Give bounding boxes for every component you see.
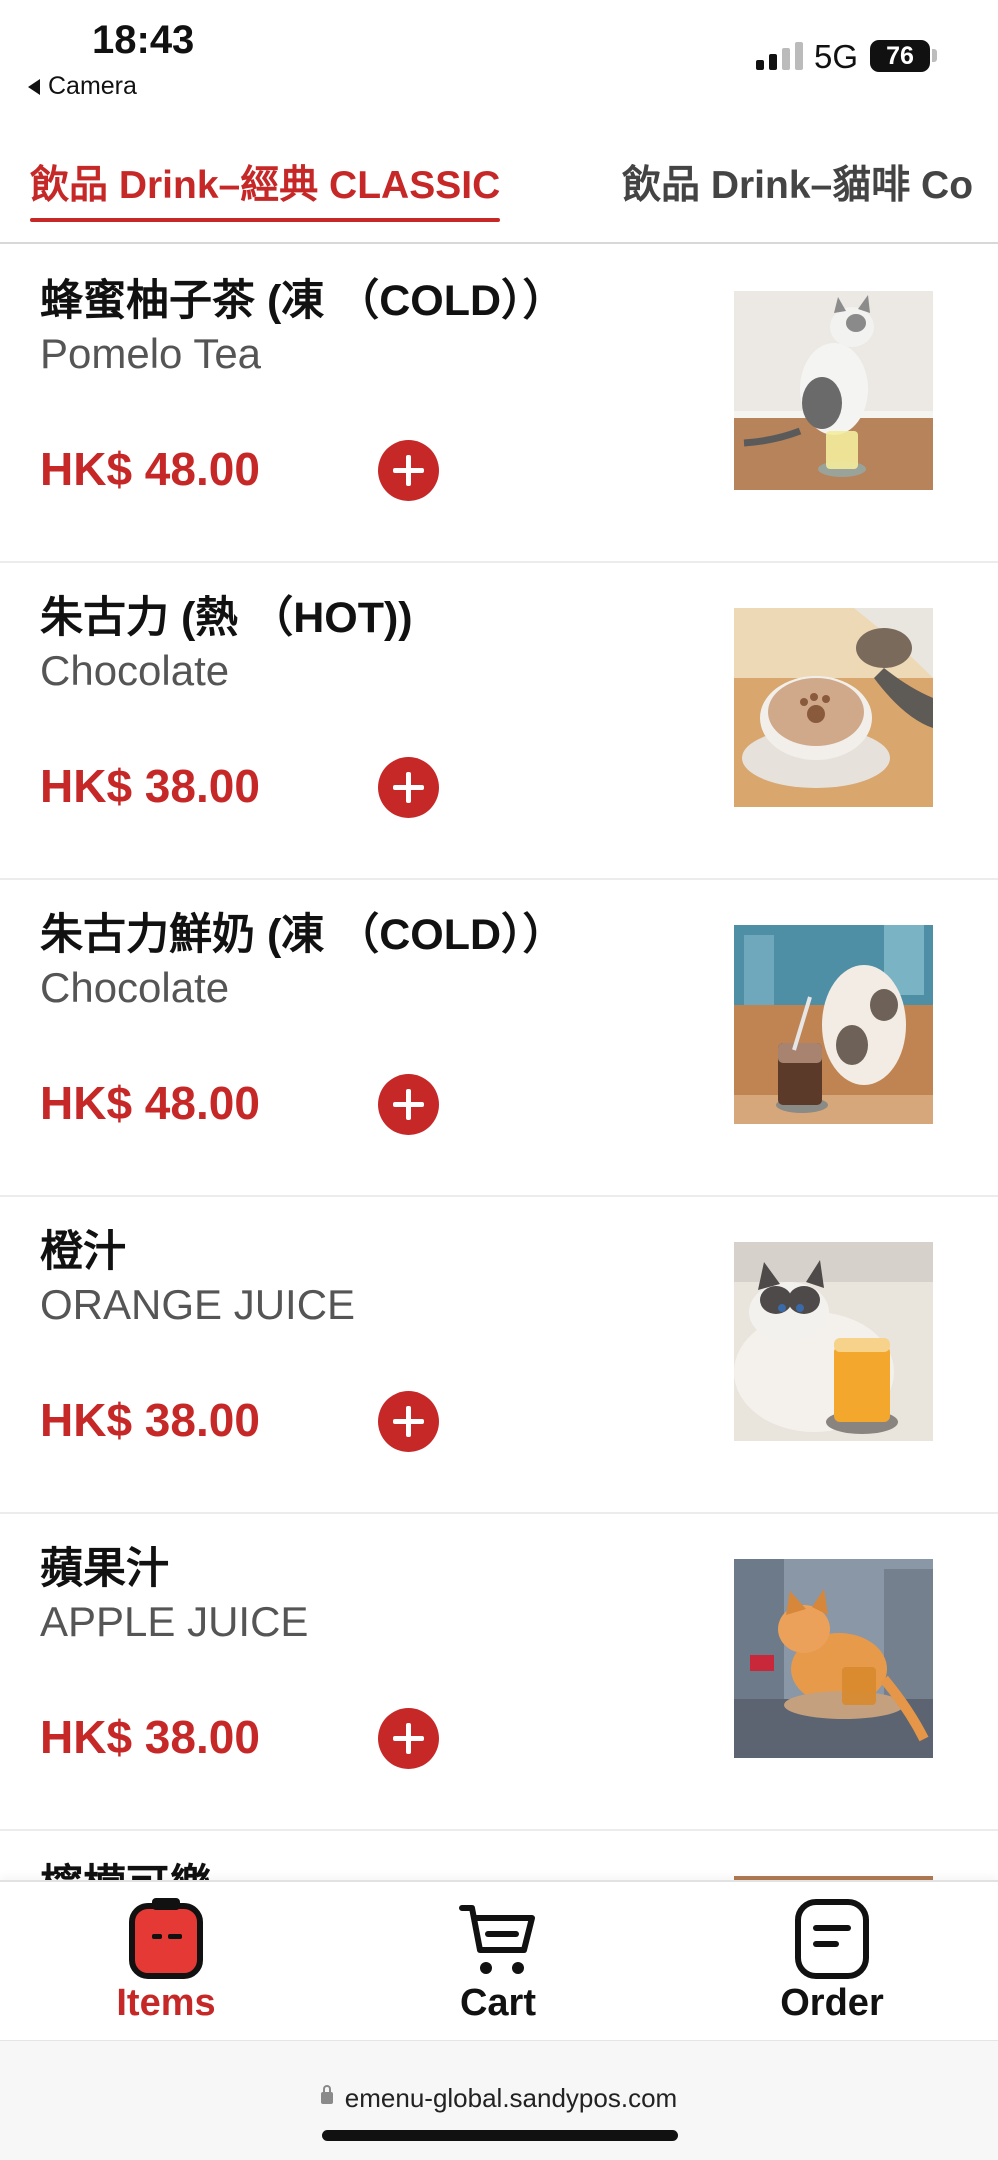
menu-item-orange-juice[interactable]: 橙汁 ORANGE JUICE HK$ 38.00 (0, 1197, 998, 1514)
nav-order-button[interactable]: Order (732, 1896, 932, 2025)
menu-item-lemon-cola[interactable]: 檸檬可樂 (0, 1831, 998, 1880)
back-app-label: Camera (48, 72, 137, 100)
item-photo[interactable] (734, 608, 933, 807)
nav-order-label: Order (780, 1982, 884, 2024)
bottom-nav: Items Cart Order (0, 1880, 998, 2040)
item-name: 檸檬可樂 (40, 1851, 212, 1880)
add-to-cart-button[interactable] (378, 1391, 439, 1452)
item-subtitle: ORANGE JUICE (40, 1281, 356, 1328)
item-name: 朱古力鮮奶 (凍 （COLD）） (40, 911, 566, 959)
menu-list: 蜂蜜柚子茶 (凍 （COLD）） Pomelo Tea HK$ 48.00 朱古… (0, 246, 998, 1880)
url-display[interactable]: emenu-global.sandypos.com (0, 2083, 998, 2114)
add-to-cart-button[interactable] (378, 757, 439, 818)
nav-items-label: Items (116, 1982, 216, 2024)
cat-with-pomelo-tea-image (734, 291, 933, 490)
item-subtitle: Chocolate (40, 647, 230, 694)
cellular-signal-icon (756, 42, 803, 70)
browser-address-bar[interactable]: emenu-global.sandypos.com (0, 2040, 998, 2160)
items-icon (129, 1898, 203, 1979)
order-icon (795, 1899, 869, 1979)
battery-nub (932, 49, 937, 62)
nav-cart-label: Cart (459, 1982, 537, 2024)
add-to-cart-button[interactable] (378, 1074, 439, 1135)
item-photo[interactable] (734, 291, 933, 490)
url-text: emenu-global.sandypos.com (344, 2083, 678, 2113)
apple-juice-with-cat-image (734, 1559, 933, 1758)
home-indicator[interactable] (322, 2130, 678, 2141)
orange-juice-with-cat-image (734, 1242, 933, 1441)
hot-chocolate-with-cat-image (734, 608, 933, 807)
item-price: HK$ 48.00 (40, 443, 260, 495)
item-photo[interactable] (734, 1559, 933, 1758)
item-photo[interactable] (734, 925, 933, 1124)
item-price: HK$ 48.00 (40, 1077, 260, 1129)
nav-items-button[interactable]: Items (66, 1896, 266, 2025)
battery-level: 76 (886, 41, 914, 70)
item-price: HK$ 38.00 (40, 1394, 260, 1446)
item-name: 蘋果汁 (40, 1545, 169, 1593)
nav-cart-button[interactable]: Cart (398, 1896, 598, 2025)
status-bar: 18:43 Camera 5G 76 (0, 0, 998, 110)
back-arrow-icon (28, 78, 40, 95)
item-price: HK$ 38.00 (40, 1711, 260, 1763)
add-to-cart-button[interactable] (378, 1708, 439, 1769)
menu-item-hot-chocolate[interactable]: 朱古力 (熱 （HOT)) Chocolate HK$ 38.00 (0, 563, 998, 880)
add-to-cart-button[interactable] (378, 440, 439, 501)
item-subtitle: Pomelo Tea (40, 330, 262, 377)
item-name: 朱古力 (熱 （HOT)) (40, 594, 413, 642)
status-time: 18:43 (92, 18, 195, 62)
battery-icon: 76 (870, 40, 930, 72)
menu-item-cold-chocolate-milk[interactable]: 朱古力鮮奶 (凍 （COLD）） Chocolate HK$ 48.00 (0, 880, 998, 1197)
back-to-camera-link[interactable]: Camera (28, 72, 137, 101)
cold-chocolate-with-cat-image (734, 925, 933, 1124)
network-type: 5G (814, 38, 859, 75)
tab-drink-classic[interactable]: 飲品 Drink–經典 CLASSIC (30, 154, 501, 222)
menu-item-pomelo-tea[interactable]: 蜂蜜柚子茶 (凍 （COLD）） Pomelo Tea HK$ 48.00 (0, 246, 998, 563)
item-subtitle: Chocolate (40, 964, 230, 1011)
item-name: 蜂蜜柚子茶 (凍 （COLD）） (40, 277, 566, 325)
cart-icon (459, 1905, 535, 1974)
item-subtitle: APPLE JUICE (40, 1598, 309, 1645)
item-price: HK$ 38.00 (40, 760, 260, 812)
menu-item-apple-juice[interactable]: 蘋果汁 APPLE JUICE HK$ 38.00 (0, 1514, 998, 1831)
lock-icon (320, 2085, 333, 2105)
category-tabs: 飲品 Drink–經典 CLASSIC 飲品 Drink–貓啡 Co (0, 140, 998, 244)
item-photo[interactable] (734, 1242, 933, 1441)
item-name: 橙汁 (40, 1228, 126, 1276)
tab-drink-cat-coffee[interactable]: 飲品 Drink–貓啡 Co (622, 154, 973, 210)
